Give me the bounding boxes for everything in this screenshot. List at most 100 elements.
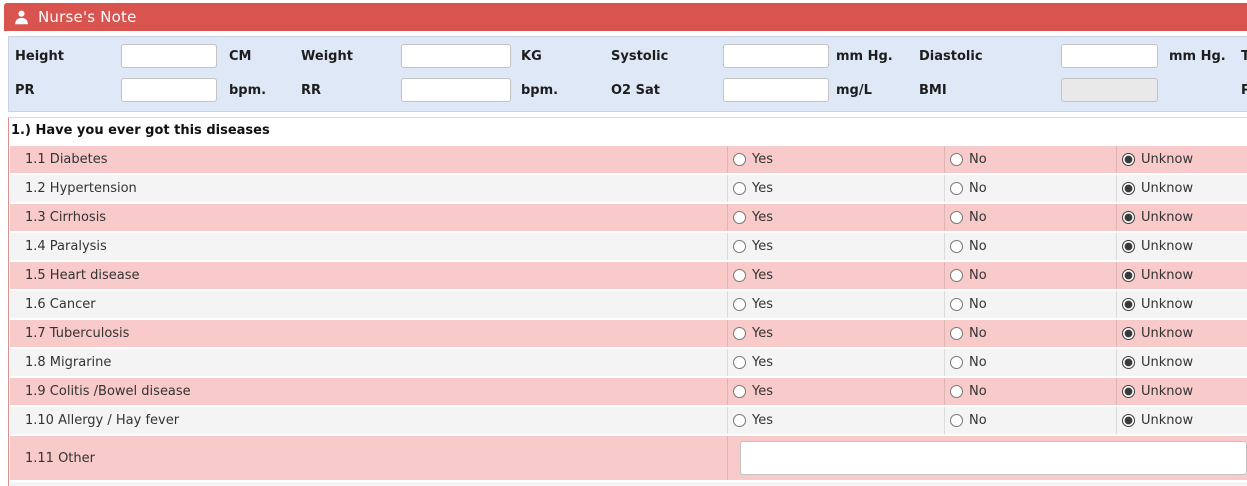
height-input[interactable] <box>121 44 217 68</box>
radio-option-yes[interactable]: Yes <box>733 268 773 283</box>
radio-option-no[interactable]: No <box>950 210 987 225</box>
option-cell-yes: Yes <box>727 233 944 260</box>
diastolic-unit-label: mm Hg. <box>1169 44 1226 70</box>
radio-label: Unknow <box>1141 268 1193 283</box>
radio-label: No <box>969 384 987 399</box>
radio-option-yes[interactable]: Yes <box>733 384 773 399</box>
o2-sat-input[interactable] <box>723 78 829 102</box>
no-radio[interactable] <box>950 182 963 195</box>
option-cell-yes: Yes <box>727 146 944 173</box>
unknow-radio[interactable] <box>1122 298 1135 311</box>
option-cell-unknow: Unknow <box>1116 175 1247 202</box>
radio-option-no[interactable]: No <box>950 181 987 196</box>
yes-radio[interactable] <box>733 182 746 195</box>
radio-option-unknow[interactable]: Unknow <box>1122 181 1193 196</box>
radio-label: Unknow <box>1141 413 1193 428</box>
radio-option-unknow[interactable]: Unknow <box>1122 297 1193 312</box>
option-cell-unknow: Unknow <box>1116 349 1247 376</box>
yes-radio[interactable] <box>733 240 746 253</box>
diastolic-label: Diastolic <box>919 44 983 70</box>
radio-option-no[interactable]: No <box>950 384 987 399</box>
unknow-radio[interactable] <box>1122 269 1135 282</box>
disease-row-1-7-tuberculosis: 1.7 TuberculosisYesNoUnknow <box>10 320 1247 347</box>
diastolic-input[interactable] <box>1061 44 1158 68</box>
option-cell-no: No <box>944 320 1116 347</box>
no-radio[interactable] <box>950 153 963 166</box>
yes-radio[interactable] <box>733 356 746 369</box>
yes-radio[interactable] <box>733 327 746 340</box>
vitals-row-2: PRbpm.RRbpm.O2 Satmg/LBMIP <box>9 78 1247 104</box>
unknow-radio[interactable] <box>1122 356 1135 369</box>
unknow-radio[interactable] <box>1122 211 1135 224</box>
o2-sat-label: O2 Sat <box>611 78 660 104</box>
radio-option-unknow[interactable]: Unknow <box>1122 355 1193 370</box>
no-radio[interactable] <box>950 385 963 398</box>
disease-label: 1.6 Cancer <box>10 291 727 318</box>
no-radio[interactable] <box>950 269 963 282</box>
no-radio[interactable] <box>950 414 963 427</box>
unknow-radio[interactable] <box>1122 153 1135 166</box>
unknow-radio[interactable] <box>1122 327 1135 340</box>
radio-label: Unknow <box>1141 181 1193 196</box>
no-radio[interactable] <box>950 327 963 340</box>
radio-option-no[interactable]: No <box>950 268 987 283</box>
page-title: Nurse's Note <box>38 8 137 26</box>
unknow-radio[interactable] <box>1122 240 1135 253</box>
yes-radio[interactable] <box>733 414 746 427</box>
radio-option-no[interactable]: No <box>950 239 987 254</box>
radio-option-yes[interactable]: Yes <box>733 152 773 167</box>
radio-option-unknow[interactable]: Unknow <box>1122 326 1193 341</box>
nurses-note-page: Nurse's Note HeightCMWeightKGSystolicmm … <box>0 0 1247 486</box>
radio-option-yes[interactable]: Yes <box>733 355 773 370</box>
radio-option-yes[interactable]: Yes <box>733 181 773 196</box>
radio-label: Unknow <box>1141 326 1193 341</box>
yes-radio[interactable] <box>733 385 746 398</box>
yes-radio[interactable] <box>733 153 746 166</box>
radio-option-yes[interactable]: Yes <box>733 326 773 341</box>
question-title: 1.) Have you ever got this diseases <box>9 118 1247 144</box>
radio-option-no[interactable]: No <box>950 413 987 428</box>
yes-radio[interactable] <box>733 211 746 224</box>
radio-option-yes[interactable]: Yes <box>733 210 773 225</box>
radio-option-unknow[interactable]: Unknow <box>1122 210 1193 225</box>
yes-radio[interactable] <box>733 269 746 282</box>
radio-option-no[interactable]: No <box>950 326 987 341</box>
weight-input[interactable] <box>401 44 511 68</box>
no-radio[interactable] <box>950 240 963 253</box>
disease-label: 1.3 Cirrhosis <box>10 204 727 231</box>
radio-option-no[interactable]: No <box>950 152 987 167</box>
radio-option-unknow[interactable]: Unknow <box>1122 384 1193 399</box>
option-cell-unknow: Unknow <box>1116 407 1247 434</box>
yes-radio[interactable] <box>733 298 746 311</box>
systolic-input[interactable] <box>723 44 829 68</box>
unknow-radio[interactable] <box>1122 385 1135 398</box>
no-radio[interactable] <box>950 356 963 369</box>
radio-option-yes[interactable]: Yes <box>733 239 773 254</box>
pr-input[interactable] <box>121 78 217 102</box>
height-label: Height <box>15 44 64 70</box>
radio-label: Unknow <box>1141 239 1193 254</box>
radio-option-unknow[interactable]: Unknow <box>1122 239 1193 254</box>
radio-option-no[interactable]: No <box>950 355 987 370</box>
other-disease-input[interactable] <box>740 441 1247 475</box>
vitals-row-1: HeightCMWeightKGSystolicmm Hg.Diastolicm… <box>9 44 1247 70</box>
no-radio[interactable] <box>950 211 963 224</box>
pr-unit-label: bpm. <box>229 78 266 104</box>
radio-option-yes[interactable]: Yes <box>733 297 773 312</box>
disease-row-1-10-allergy-hay-fever: 1.10 Allergy / Hay feverYesNoUnknow <box>10 407 1247 434</box>
radio-option-unknow[interactable]: Unknow <box>1122 152 1193 167</box>
radio-option-unknow[interactable]: Unknow <box>1122 413 1193 428</box>
no-radio[interactable] <box>950 298 963 311</box>
weight-unit-label: KG <box>521 44 542 70</box>
radio-option-unknow[interactable]: Unknow <box>1122 268 1193 283</box>
clipped-label: T <box>1241 44 1247 70</box>
radio-label: No <box>969 239 987 254</box>
radio-option-no[interactable]: No <box>950 297 987 312</box>
unknow-radio[interactable] <box>1122 182 1135 195</box>
radio-option-yes[interactable]: Yes <box>733 413 773 428</box>
rr-input[interactable] <box>401 78 511 102</box>
unknow-radio[interactable] <box>1122 414 1135 427</box>
option-cell-no: No <box>944 233 1116 260</box>
disease-row-1-2-hypertension: 1.2 HypertensionYesNoUnknow <box>10 175 1247 202</box>
radio-label: No <box>969 355 987 370</box>
